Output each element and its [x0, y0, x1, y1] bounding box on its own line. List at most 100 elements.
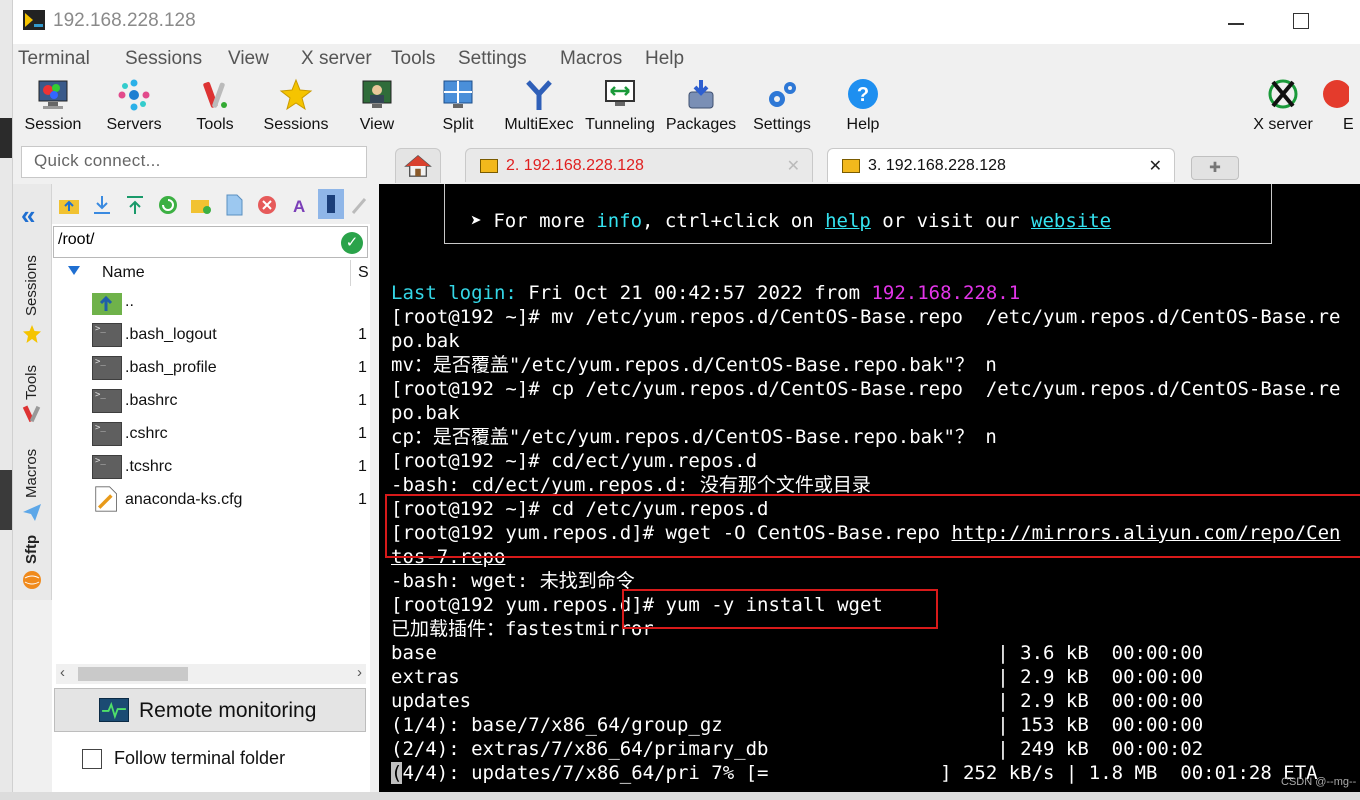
sessions-button[interactable]: Sessions: [256, 78, 336, 134]
terminal-line: (1/4): base/7/x86_64/group_gz | 153 kB 0…: [391, 714, 1204, 736]
sidebar-tab-macros[interactable]: Macros: [17, 440, 47, 530]
taskbar-strip: [0, 792, 1360, 800]
close-icon[interactable]: ✕: [787, 156, 800, 176]
packages-button[interactable]: Packages: [661, 78, 741, 134]
panel-splitter[interactable]: [370, 184, 379, 792]
split-button[interactable]: Split: [418, 78, 498, 134]
view-label: View: [359, 116, 395, 133]
rename-icon[interactable]: A: [289, 194, 311, 216]
follow-terminal-folder-checkbox[interactable]: [82, 749, 102, 769]
menu-settings[interactable]: Settings: [458, 48, 527, 70]
plus-icon: ✚: [1209, 159, 1221, 175]
file-name: .bashrc: [125, 392, 178, 409]
text-file-icon: [95, 486, 117, 512]
tab-session-2[interactable]: 2. 192.168.228.128 ✕: [465, 148, 813, 182]
list-item[interactable]: ..: [52, 286, 370, 319]
list-item[interactable]: anaconda-ks.cfg 1: [52, 484, 370, 517]
title-bar: 192.168.228.128: [13, 0, 1360, 44]
last-login-line: Last login: Fri Oct 21 00:42:57 2022 fro…: [391, 281, 1020, 305]
menu-x-server[interactable]: X server: [301, 48, 372, 70]
scroll-left-icon[interactable]: ‹: [60, 664, 65, 681]
tunneling-button[interactable]: Tunneling: [580, 78, 660, 134]
sort-triangle-icon[interactable]: [68, 266, 80, 275]
new-tab-button[interactable]: ✚: [1191, 156, 1239, 180]
quick-connect-input[interactable]: Quick connect...: [21, 146, 367, 178]
new-file-icon[interactable]: [223, 194, 245, 216]
list-item[interactable]: .cshrc 1: [52, 418, 370, 451]
x-server-button[interactable]: X server: [1243, 78, 1323, 134]
window-title: 192.168.228.128: [53, 10, 196, 31]
session-tab-bar: 2. 192.168.228.128 ✕ 3. 192.168.228.128 …: [379, 146, 1360, 184]
exit-icon: [1323, 80, 1349, 108]
terminal[interactable]: ➤ For more info, ctrl+click on help or v…: [379, 184, 1360, 792]
mobaxterm-window: 192.168.228.128 Terminal Sessions View X…: [12, 0, 1360, 792]
servers-icon: [118, 79, 150, 111]
delete-icon[interactable]: [256, 194, 278, 216]
download-icon[interactable]: [91, 194, 113, 216]
list-item[interactable]: .tcshrc 1: [52, 451, 370, 484]
list-item[interactable]: .bash_logout 1: [52, 319, 370, 352]
path-input[interactable]: /root/ ✓: [53, 226, 368, 258]
parent-folder-icon[interactable]: [58, 194, 80, 216]
sidebar-tab-sftp[interactable]: Sftp: [17, 532, 47, 602]
check-icon[interactable]: ✓: [341, 232, 363, 254]
key-icon: [480, 159, 498, 173]
menu-view[interactable]: View: [228, 48, 269, 70]
help-icon: ?: [848, 79, 878, 109]
maximize-button[interactable]: [1293, 13, 1309, 29]
exit-button[interactable]: E: [1315, 78, 1355, 134]
banner-help-link[interactable]: help: [825, 210, 871, 232]
refresh-icon[interactable]: [157, 194, 179, 216]
menu-macros[interactable]: Macros: [560, 48, 622, 70]
parent-folder-icon: [92, 293, 122, 315]
terminal-line: extras | 2.9 kB 00:00:00: [391, 666, 1204, 688]
scroll-right-icon[interactable]: ›: [357, 664, 362, 681]
close-icon[interactable]: ✕: [1149, 156, 1162, 176]
terminal-line: 已加载插件：fastestmirror: [391, 618, 654, 640]
session-button[interactable]: Session: [13, 78, 93, 134]
packages-label: Packages: [665, 116, 737, 133]
new-folder-icon[interactable]: [190, 194, 212, 216]
permissions-icon[interactable]: [318, 189, 344, 219]
column-divider[interactable]: [350, 260, 351, 286]
multiexec-label: MultiExec: [504, 116, 574, 133]
tools-button[interactable]: Tools: [175, 78, 255, 134]
minimize-button[interactable]: [1228, 23, 1244, 25]
tab-session-3[interactable]: 3. 192.168.228.128 ✕: [827, 148, 1175, 182]
last-login-label: Last login:: [391, 282, 517, 304]
settings-label: Settings: [753, 116, 811, 133]
menu-help[interactable]: Help: [645, 48, 684, 70]
file-size: 1: [358, 326, 367, 343]
list-item[interactable]: .bashrc 1: [52, 385, 370, 418]
banner-info-link[interactable]: info: [596, 210, 642, 232]
paper-plane-icon: [23, 504, 41, 521]
file-list-header: Name S: [52, 260, 370, 286]
scrollbar-thumb[interactable]: [78, 667, 188, 681]
remote-monitoring-button[interactable]: Remote monitoring: [54, 688, 366, 732]
menu-sessions[interactable]: Sessions: [125, 48, 202, 70]
horizontal-scrollbar[interactable]: ‹ ›: [56, 664, 366, 684]
sidebar-tab-sessions[interactable]: Sessions: [17, 244, 47, 364]
upload-icon[interactable]: [124, 194, 146, 216]
terminal-line: po.bak: [391, 402, 460, 424]
settings-button[interactable]: Settings: [742, 78, 822, 134]
terminal-file-icon: [92, 389, 122, 413]
help-button[interactable]: ? Help: [823, 78, 903, 134]
side-tab-strip: « Sessions Tools Macros Sftp: [13, 184, 52, 600]
tab-session-3-label: 3. 192.168.228.128: [868, 157, 1006, 174]
tools-icon: [203, 81, 227, 108]
pencil-icon[interactable]: [350, 194, 368, 216]
column-header-size[interactable]: S: [358, 264, 369, 282]
view-button[interactable]: View: [337, 78, 417, 134]
tab-home[interactable]: [395, 148, 441, 183]
servers-button[interactable]: Servers: [94, 78, 174, 134]
multiexec-icon: [526, 80, 552, 110]
collapse-chevron-icon[interactable]: «: [21, 200, 35, 231]
multiexec-button[interactable]: MultiExec: [499, 78, 579, 134]
banner-website-link[interactable]: website: [1031, 210, 1111, 232]
last-login-text: Fri Oct 21 00:42:57 2022 from: [516, 282, 872, 304]
menu-tools[interactable]: Tools: [391, 48, 435, 70]
menu-terminal[interactable]: Terminal: [18, 48, 90, 70]
column-header-name[interactable]: Name: [102, 264, 145, 282]
list-item[interactable]: .bash_profile 1: [52, 352, 370, 385]
